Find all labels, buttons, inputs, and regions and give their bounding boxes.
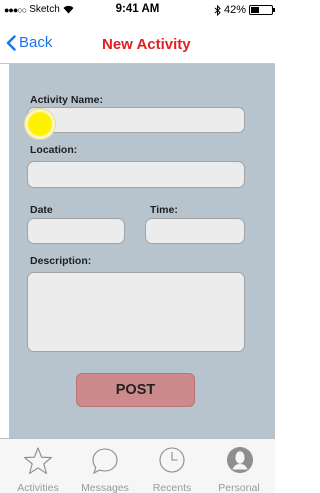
description-field[interactable] [27,272,245,352]
back-button[interactable]: Back [6,34,52,51]
location-field[interactable] [27,161,245,188]
time-field[interactable] [145,218,245,244]
date-field[interactable] [27,218,125,244]
tab-activities[interactable]: Activities [4,439,72,493]
time-label: Time: [150,204,178,216]
person-icon [227,447,253,473]
speech-bubble-icon [92,448,118,475]
tab-personal-label: Personal [218,482,260,493]
post-button[interactable]: POST [76,373,195,407]
battery-percent: 42% [223,4,246,16]
back-label: Back [19,34,53,51]
tab-personal[interactable]: Personal [205,439,273,493]
battery-icon [249,5,275,15]
star-icon [24,447,52,474]
activity-name-field[interactable] [27,107,245,133]
chevron-left-icon [6,34,16,51]
tab-bar: Activities Messages Recents Personal [0,438,275,493]
tab-recents[interactable]: Recents [138,439,206,493]
bluetooth-icon [214,4,221,16]
description-label: Description: [30,255,92,267]
clock-icon [159,447,185,473]
date-label: Date [30,204,53,216]
tab-messages-label: Messages [81,482,129,493]
status-right: 42% [214,4,275,16]
tab-recents-label: Recents [152,482,192,493]
status-bar: ●●●○○ Sketch 9:41 AM 42% [0,0,275,20]
touch-indicator [25,109,55,139]
tab-activities-label: Activities [17,482,59,493]
page-title: New Activity [102,36,191,53]
tab-messages[interactable]: Messages [71,439,139,493]
navigation-bar: Back New Activity [0,20,275,64]
location-label: Location: [30,144,78,156]
battery-level [251,7,260,13]
activity-name-label: Activity Name: [30,94,103,106]
